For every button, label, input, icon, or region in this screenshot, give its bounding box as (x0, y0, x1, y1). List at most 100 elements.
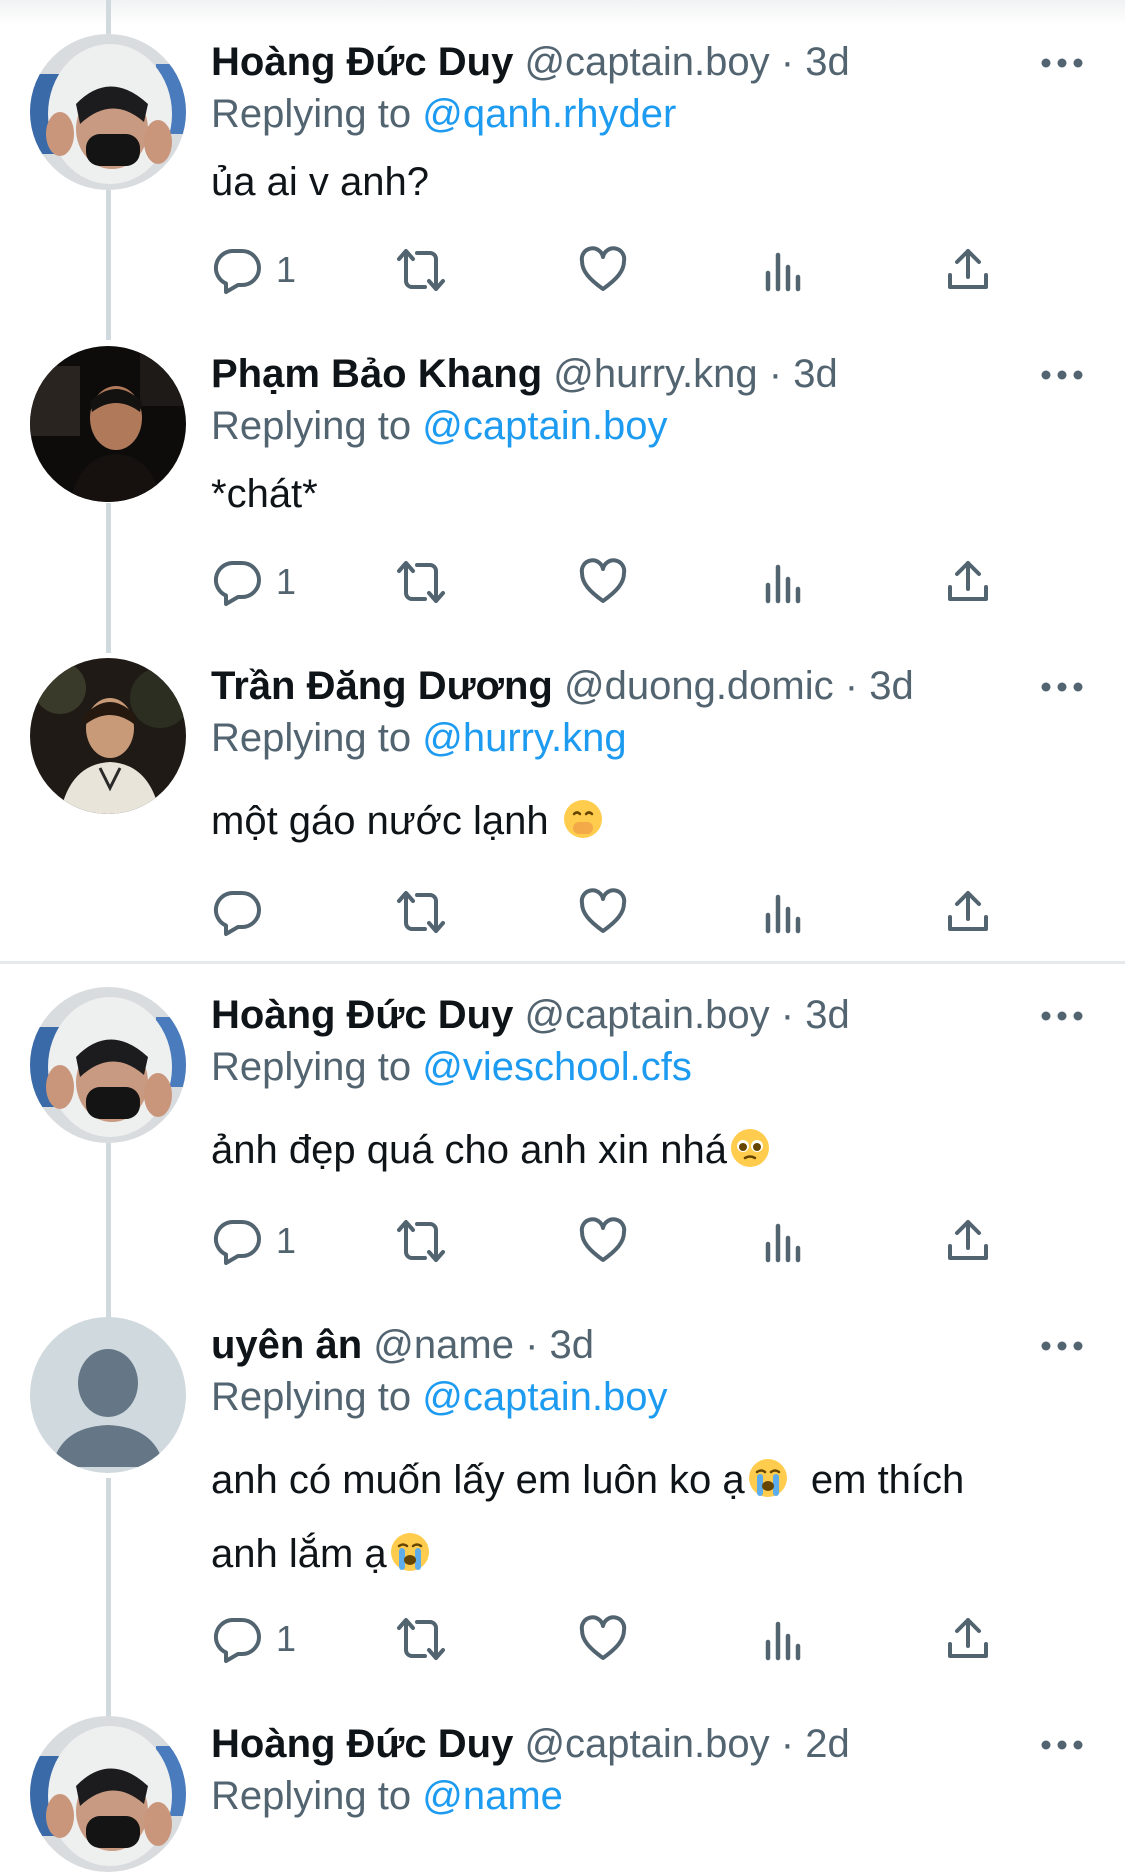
avatar[interactable] (30, 34, 186, 190)
reply-button[interactable]: 1 (212, 1211, 296, 1271)
tweet-header: Hoàng Đức Duy @captain.boy · 3d (211, 989, 850, 1041)
replying-to: Replying to @captain.boy (211, 400, 667, 452)
timestamp[interactable]: 3d (793, 352, 838, 396)
timestamp[interactable]: 2d (805, 1722, 850, 1766)
more-icon[interactable] (1040, 672, 1084, 702)
share-button[interactable] (944, 552, 992, 612)
more-icon[interactable] (1040, 1730, 1084, 1760)
tweet-text-segment: anh có muốn lấy em luôn ko ạ (211, 1458, 745, 1502)
like-icon (579, 1217, 627, 1262)
like-icon (579, 558, 627, 603)
action-bar: 1 (0, 1609, 1125, 1669)
display-name[interactable]: Hoàng Đức Duy (211, 40, 513, 84)
mention-link[interactable]: @hurry.kng (422, 716, 626, 760)
share-button[interactable] (944, 1211, 992, 1271)
more-icon[interactable] (1040, 1001, 1084, 1031)
like-button[interactable] (578, 552, 642, 612)
retweet-button[interactable] (393, 882, 463, 942)
replying-prefix: Replying to (211, 404, 412, 448)
mention-link[interactable]: @captain.boy (422, 1375, 667, 1419)
retweet-icon (397, 561, 445, 603)
avatar[interactable] (30, 1716, 186, 1872)
timestamp[interactable]: 3d (550, 1323, 595, 1367)
views-button[interactable] (764, 240, 808, 300)
views-button[interactable] (764, 1609, 808, 1669)
loudly-crying-face-emoji (747, 1452, 789, 1520)
reply-button[interactable]: 1 (212, 552, 296, 612)
separator-dot: · (768, 352, 783, 396)
tweet[interactable]: uyên ân @name · 3d Replying to @captain.… (0, 1317, 1125, 1707)
views-button[interactable] (764, 1211, 808, 1271)
more-icon[interactable] (1040, 360, 1084, 390)
views-button[interactable] (764, 552, 808, 612)
tweet[interactable]: Hoàng Đức Duy @captain.boy · 3d Replying… (0, 34, 1125, 354)
user-handle[interactable]: @duong.domic (564, 664, 834, 708)
user-handle[interactable]: @hurry.kng (553, 352, 757, 396)
retweet-button[interactable] (393, 1211, 463, 1271)
avatar-photo (30, 987, 186, 1143)
retweet-button[interactable] (393, 240, 463, 300)
replying-prefix: Replying to (211, 1774, 412, 1818)
share-icon (948, 561, 988, 601)
tweet[interactable]: Phạm Bảo Khang @hurry.kng · 3d Replying … (0, 346, 1125, 666)
user-handle[interactable]: @captain.boy (524, 40, 769, 84)
avatar-photo (30, 658, 186, 814)
like-button[interactable] (578, 1609, 642, 1669)
tweet[interactable]: Hoàng Đức Duy @captain.boy · 2d Replying… (0, 1716, 1125, 1872)
avatar[interactable] (30, 346, 186, 502)
like-icon (579, 246, 627, 291)
retweet-button[interactable] (393, 1609, 463, 1669)
thread-line (106, 0, 111, 34)
reply-icon (213, 1220, 261, 1265)
display-name[interactable]: Trần Đăng Dương (211, 664, 553, 708)
replying-prefix: Replying to (211, 92, 412, 136)
more-icon[interactable] (1040, 48, 1084, 78)
reply-button[interactable]: 1 (212, 240, 296, 300)
user-handle[interactable]: @captain.boy (524, 1722, 769, 1766)
retweet-button[interactable] (393, 552, 463, 612)
more-icon[interactable] (1040, 1331, 1084, 1361)
like-button[interactable] (578, 1211, 642, 1271)
reply-icon (213, 561, 261, 606)
mention-link[interactable]: @vieschool.cfs (422, 1045, 692, 1089)
tweet-header: Phạm Bảo Khang @hurry.kng · 3d (211, 348, 838, 400)
views-button[interactable] (764, 882, 808, 942)
reply-icon (213, 249, 261, 294)
avatar[interactable] (30, 658, 186, 814)
display-name[interactable]: Hoàng Đức Duy (211, 1722, 513, 1766)
replying-to: Replying to @hurry.kng (211, 712, 627, 764)
reply-button[interactable] (212, 882, 276, 942)
share-button[interactable] (944, 1609, 992, 1669)
pleading-face-emoji (729, 1122, 771, 1190)
avatar[interactable] (30, 1317, 186, 1473)
display-name[interactable]: uyên ân (211, 1323, 362, 1367)
mention-link[interactable]: @captain.boy (422, 404, 667, 448)
tweet[interactable]: Trần Đăng Dương @duong.domic · 3d Replyi… (0, 658, 1125, 958)
reply-button[interactable]: 1 (212, 1609, 296, 1669)
reply-icon (213, 1618, 261, 1663)
tweet-text-segment: anh lắm ạ (211, 1532, 387, 1576)
tweet-text-line: ảnh đẹp quá cho anh xin nhá (211, 1128, 727, 1172)
share-button[interactable] (944, 240, 992, 300)
views-icon (765, 252, 801, 292)
display-name[interactable]: Phạm Bảo Khang (211, 352, 542, 396)
share-icon (948, 249, 988, 289)
timestamp[interactable]: 3d (869, 664, 914, 708)
tweet[interactable]: Hoàng Đức Duy @captain.boy · 3d Replying… (0, 987, 1125, 1307)
timestamp[interactable]: 3d (805, 40, 850, 84)
user-handle[interactable]: @name (373, 1323, 514, 1367)
mention-link[interactable]: @name (422, 1774, 563, 1818)
display-name[interactable]: Hoàng Đức Duy (211, 993, 513, 1037)
replying-prefix: Replying to (211, 1375, 412, 1419)
like-button[interactable] (578, 240, 642, 300)
share-button[interactable] (944, 882, 992, 942)
separator-dot: · (844, 664, 859, 708)
mention-link[interactable]: @qanh.rhyder (422, 92, 676, 136)
like-button[interactable] (578, 882, 642, 942)
avatar-photo (30, 346, 186, 502)
timestamp[interactable]: 3d (805, 993, 850, 1037)
avatar[interactable] (30, 987, 186, 1143)
action-bar: 1 (0, 240, 1125, 300)
reply-count: 1 (276, 561, 297, 602)
user-handle[interactable]: @captain.boy (524, 993, 769, 1037)
